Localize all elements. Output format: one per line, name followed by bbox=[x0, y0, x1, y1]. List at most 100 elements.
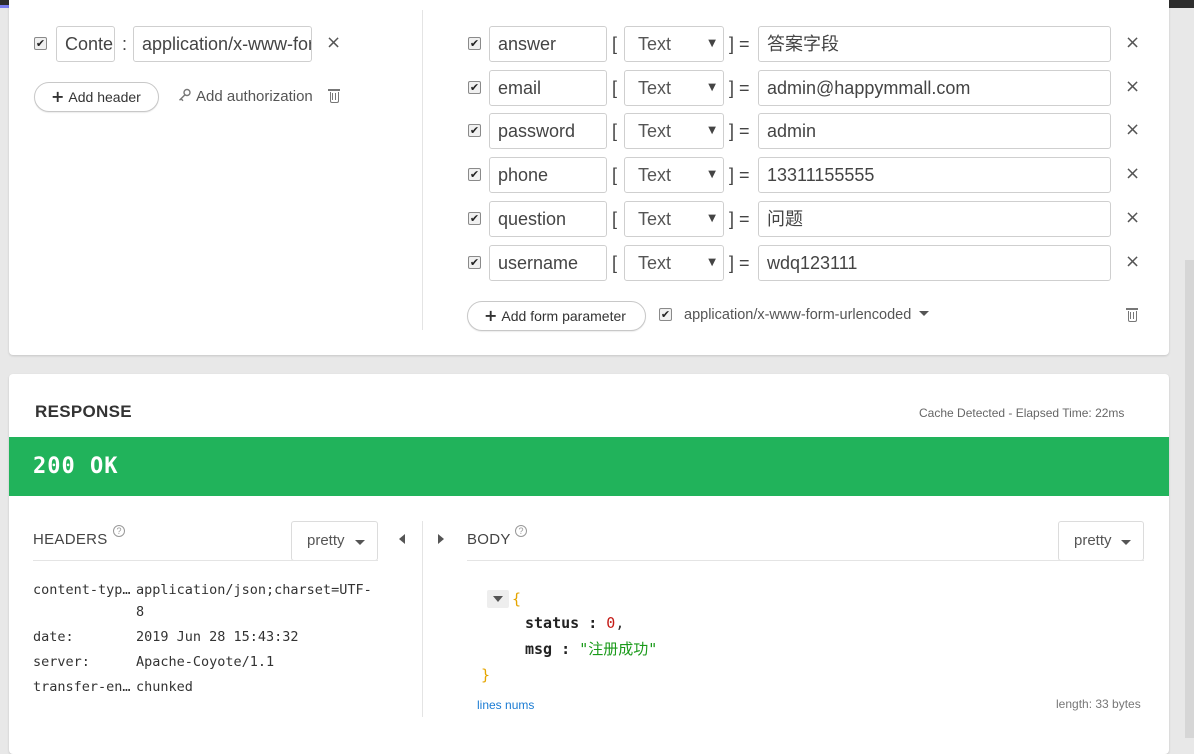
plus-icon: + bbox=[51, 87, 65, 106]
header-colon-separator: : bbox=[122, 34, 128, 54]
header-key: content-typ… bbox=[33, 582, 131, 598]
header-value-line: application/json;charset=UTF- bbox=[136, 582, 372, 598]
bracket-open: [ bbox=[612, 253, 618, 273]
header-key: server: bbox=[33, 654, 90, 670]
remove-param-close-icon[interactable]: × bbox=[1125, 200, 1140, 236]
form-param-type-value: Text bbox=[638, 78, 672, 98]
bracket-close-equals: ] = bbox=[729, 165, 750, 185]
json-fold-toggle[interactable] bbox=[487, 590, 509, 608]
header-value: application/json;charset=UTF- 8 bbox=[136, 579, 372, 623]
remove-param-close-icon[interactable]: × bbox=[1125, 69, 1140, 105]
form-param-enabled-checkbox[interactable]: ✔ bbox=[468, 256, 481, 269]
form-param-type-select[interactable]: Text ▼ bbox=[624, 70, 724, 106]
body-underline bbox=[467, 560, 1144, 561]
bracket-close-equals: ] = bbox=[729, 78, 750, 98]
caret-down-icon: ▼ bbox=[708, 169, 716, 180]
form-param-name-input[interactable]: username bbox=[489, 245, 607, 281]
status-banner: 200 OK bbox=[9, 437, 1169, 496]
body-help-icon[interactable]: ? bbox=[515, 525, 527, 537]
form-param-value-input[interactable]: admin@happymmall.com bbox=[758, 70, 1111, 106]
response-headers-label: HEADERS bbox=[33, 531, 108, 548]
remove-header-close-icon[interactable]: × bbox=[326, 25, 341, 61]
bracket-open: [ bbox=[612, 165, 618, 185]
bracket-close-equals: ] = bbox=[729, 34, 750, 54]
encoding-dropdown[interactable]: application/x-www-form-urlencoded bbox=[684, 305, 930, 325]
key-icon bbox=[179, 88, 191, 102]
expand-body-triangle-right-icon[interactable] bbox=[438, 534, 444, 544]
caret-down-icon bbox=[355, 540, 365, 545]
form-param-name-input[interactable]: password bbox=[489, 113, 607, 149]
form-param-enabled-checkbox[interactable]: ✔ bbox=[468, 212, 481, 225]
json-key: msg bbox=[525, 640, 553, 658]
form-param-value-input[interactable]: 问题 bbox=[758, 201, 1111, 237]
headers-help-icon[interactable]: ? bbox=[113, 525, 125, 537]
header-key: transfer-en… bbox=[33, 679, 131, 695]
header-value-input[interactable]: application/x-www-form-urlencoded bbox=[133, 26, 312, 62]
plus-icon: + bbox=[484, 306, 498, 325]
lines-nums-link[interactable]: lines nums bbox=[477, 698, 534, 712]
encoding-enabled-checkbox[interactable]: ✔ bbox=[659, 308, 672, 321]
remove-param-close-icon[interactable]: × bbox=[1125, 156, 1140, 192]
page-scrollbar[interactable] bbox=[1185, 260, 1194, 738]
remove-param-close-icon[interactable]: × bbox=[1125, 112, 1140, 148]
response-body-label: BODY bbox=[467, 531, 511, 548]
collapse-headers-triangle-left-icon[interactable] bbox=[399, 534, 405, 544]
header-enabled-checkbox[interactable]: ✔ bbox=[34, 37, 47, 50]
bracket-close-equals: ] = bbox=[729, 209, 750, 229]
form-param-type-select[interactable]: Text ▼ bbox=[624, 26, 724, 62]
form-param-enabled-checkbox[interactable]: ✔ bbox=[468, 124, 481, 137]
remove-param-close-icon[interactable]: × bbox=[1125, 244, 1140, 280]
form-param-value-input[interactable]: 答案字段 bbox=[758, 26, 1111, 62]
caret-down-icon bbox=[1121, 540, 1131, 545]
header-name-input[interactable]: Content-Type bbox=[56, 26, 115, 62]
form-param-enabled-checkbox[interactable]: ✔ bbox=[468, 37, 481, 50]
caret-down-icon: ▼ bbox=[708, 213, 716, 224]
bracket-close-equals: ] = bbox=[729, 253, 750, 273]
request-panel: ✔ Content-Type : application/x-www-form-… bbox=[9, 0, 1169, 355]
form-param-type-value: Text bbox=[638, 165, 672, 185]
form-param-type-select[interactable]: Text ▼ bbox=[624, 201, 724, 237]
form-param-name-input[interactable]: phone bbox=[489, 157, 607, 193]
headers-format-value: pretty bbox=[307, 532, 345, 549]
header-key: date: bbox=[33, 629, 74, 645]
add-form-parameter-button[interactable]: + Add form parameter bbox=[467, 301, 646, 331]
form-param-type-value: Text bbox=[638, 209, 672, 229]
form-param-type-select[interactable]: Text ▼ bbox=[624, 157, 724, 193]
form-param-type-value: Text bbox=[638, 121, 672, 141]
json-number-value: 0 bbox=[606, 614, 616, 632]
form-param-type-value: Text bbox=[638, 34, 672, 54]
json-colon: : bbox=[579, 614, 607, 632]
form-param-name-input[interactable]: question bbox=[489, 201, 607, 237]
request-columns-divider bbox=[422, 10, 423, 330]
encoding-label: application/x-www-form-urlencoded bbox=[684, 307, 912, 323]
json-comma: , bbox=[615, 614, 625, 632]
caret-down-icon: ▼ bbox=[708, 125, 716, 136]
add-authorization-label: Add authorization bbox=[196, 88, 313, 105]
status-code-text: 200 OK bbox=[33, 454, 119, 479]
header-value-line: 8 bbox=[136, 604, 145, 620]
form-param-value-input[interactable]: wdq123111 bbox=[758, 245, 1111, 281]
add-header-button[interactable]: + Add header bbox=[34, 82, 159, 112]
delete-headers-trash-icon[interactable] bbox=[328, 89, 340, 103]
form-param-value-input[interactable]: 13311155555 bbox=[758, 157, 1111, 193]
form-param-type-select[interactable]: Text ▼ bbox=[624, 113, 724, 149]
bracket-open: [ bbox=[612, 34, 618, 54]
form-param-type-select[interactable]: Text ▼ bbox=[624, 245, 724, 281]
form-param-type-value: Text bbox=[638, 253, 672, 273]
caret-down-icon: ▼ bbox=[708, 257, 716, 268]
body-format-dropdown[interactable]: pretty bbox=[1058, 521, 1144, 561]
form-param-name-input[interactable]: answer bbox=[489, 26, 607, 62]
add-authorization-link[interactable]: Add authorization bbox=[178, 87, 313, 107]
header-value: 2019 Jun 28 15:43:32 bbox=[136, 629, 299, 645]
response-title: RESPONSE bbox=[35, 402, 132, 421]
body-format-value: pretty bbox=[1074, 532, 1112, 549]
delete-form-params-trash-icon[interactable] bbox=[1126, 308, 1138, 322]
form-param-name-input[interactable]: email bbox=[489, 70, 607, 106]
form-param-value-input[interactable]: admin bbox=[758, 113, 1111, 149]
headers-format-dropdown[interactable]: pretty bbox=[291, 521, 378, 561]
json-open-brace: { bbox=[512, 586, 521, 612]
add-header-label: Add header bbox=[68, 89, 141, 105]
remove-param-close-icon[interactable]: × bbox=[1125, 25, 1140, 61]
form-param-enabled-checkbox[interactable]: ✔ bbox=[468, 168, 481, 181]
form-param-enabled-checkbox[interactable]: ✔ bbox=[468, 81, 481, 94]
